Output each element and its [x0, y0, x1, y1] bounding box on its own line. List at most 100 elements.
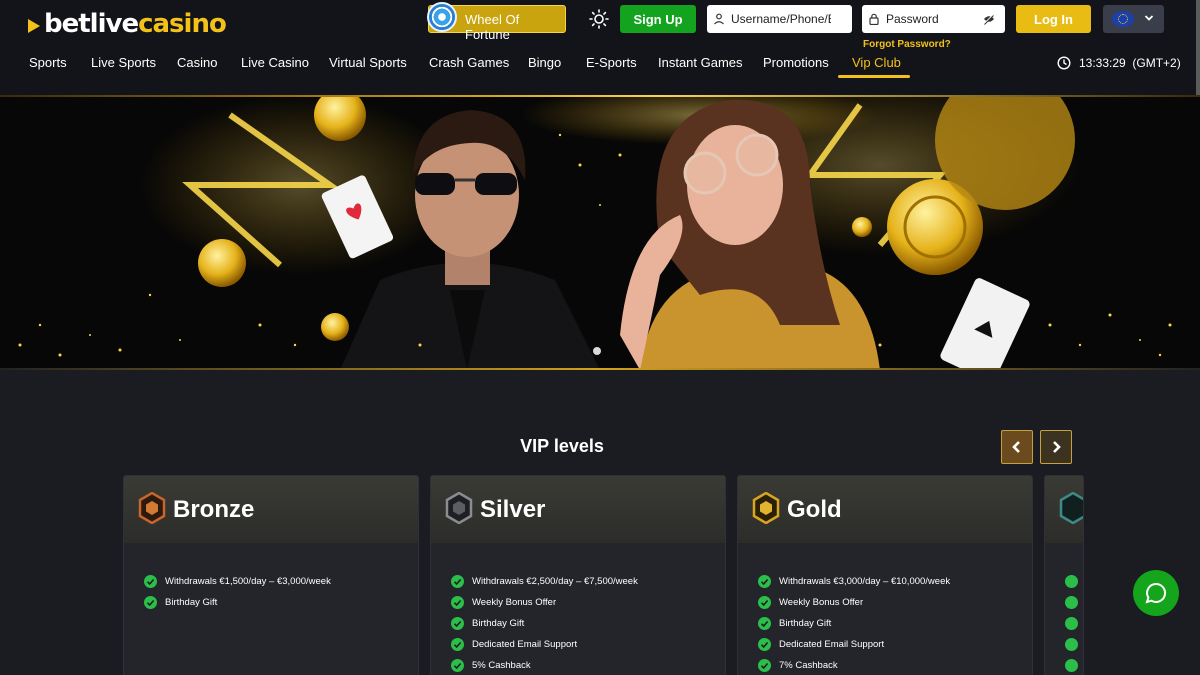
- benefit-item: Birthday Gift: [451, 613, 638, 634]
- platinum-badge-icon: [1059, 492, 1083, 524]
- check-icon: [1065, 638, 1078, 651]
- check-icon: [144, 575, 157, 588]
- check-icon: [758, 638, 771, 651]
- benefit-item: 5% Cashback: [451, 655, 638, 675]
- nav-item-e-sports[interactable]: E-Sports: [586, 55, 637, 70]
- benefit-item: Weekly Bonus Offer: [451, 592, 638, 613]
- benefit-list: Withdrawals €1,500/day – €3,000/week Bir…: [144, 571, 331, 613]
- benefit-item: Dedicated Email Support: [758, 634, 950, 655]
- check-icon: [451, 659, 464, 672]
- vip-level-name: Gold: [787, 496, 842, 523]
- check-icon: [758, 596, 771, 609]
- user-icon: [714, 13, 724, 25]
- vip-prev-button[interactable]: [1001, 430, 1033, 464]
- forgot-password-link[interactable]: Forgot Password?: [863, 39, 951, 50]
- vip-next-button[interactable]: [1040, 430, 1072, 464]
- clock-icon: [1057, 56, 1071, 70]
- eu-flag-icon: [1112, 11, 1134, 27]
- vip-levels-title: VIP levels: [520, 436, 604, 456]
- check-icon: [144, 596, 157, 609]
- benefit-item: [1065, 655, 1083, 675]
- language-selector[interactable]: [1103, 5, 1164, 33]
- check-icon: [1065, 575, 1078, 588]
- benefit-list: Withdrawals €2,500/day – €7,500/week Wee…: [451, 571, 638, 675]
- nav-item-instant-games[interactable]: Instant Games: [658, 55, 743, 70]
- lock-icon: [869, 13, 879, 25]
- check-icon: [758, 575, 771, 588]
- nav-item-live-sports[interactable]: Live Sports: [91, 55, 156, 70]
- username-field-wrapper: [707, 5, 852, 33]
- nav-item-promotions[interactable]: Promotions: [763, 55, 829, 70]
- benefit-item: [1065, 571, 1083, 592]
- server-time: 13:33:29 (GMT+2): [1079, 56, 1181, 70]
- logo-text-betlive: betlive: [44, 9, 139, 39]
- live-chat-button[interactable]: [1133, 570, 1179, 616]
- check-icon: [451, 596, 464, 609]
- promo-banner[interactable]: [0, 95, 1200, 370]
- benefit-item: Weekly Bonus Offer: [758, 592, 950, 613]
- sun-icon[interactable]: [589, 9, 609, 29]
- benefit-item: Withdrawals €3,000/day – €10,000/week: [758, 571, 950, 592]
- username-input[interactable]: [731, 12, 831, 26]
- vip-card-gold: Gold Withdrawals €3,000/day – €10,000/we…: [737, 475, 1033, 675]
- banner-illustration: [0, 95, 1200, 370]
- logo-text-casino: casino: [138, 9, 227, 39]
- vip-card-next-partial: [1044, 475, 1084, 675]
- vip-card-header: Silver: [431, 476, 725, 543]
- hide-password-icon[interactable]: [983, 13, 995, 25]
- chevron-right-icon: [1053, 441, 1061, 453]
- banner-top-border: [0, 95, 1200, 97]
- header: betlive casino Wheel Of Fortune Sign Up: [0, 0, 1200, 95]
- vip-card-header: Bronze: [124, 476, 418, 543]
- logo-play-icon: [28, 18, 40, 33]
- wheel-of-fortune-label: Wheel Of Fortune: [465, 12, 520, 42]
- nav-item-sports[interactable]: Sports: [29, 55, 67, 70]
- benefit-item: 7% Cashback: [758, 655, 950, 675]
- silver-badge-icon: [445, 492, 473, 524]
- check-icon: [451, 638, 464, 651]
- benefit-item: [1065, 613, 1083, 634]
- banner-bottom-border: [0, 368, 1200, 370]
- fortune-wheel-icon: [427, 2, 457, 32]
- benefit-list: [1065, 571, 1083, 675]
- bronze-badge-icon: [138, 492, 166, 524]
- nav-item-crash-games[interactable]: Crash Games: [429, 55, 509, 70]
- benefit-item: Birthday Gift: [144, 592, 331, 613]
- check-icon: [1065, 617, 1078, 630]
- chevron-left-icon: [1012, 441, 1020, 453]
- check-icon: [1065, 596, 1078, 609]
- password-input[interactable]: [886, 12, 986, 26]
- carousel-dot[interactable]: [593, 347, 601, 355]
- signup-button[interactable]: Sign Up: [620, 5, 696, 33]
- password-field-wrapper: [862, 5, 1005, 33]
- vip-card-bronze: Bronze Withdrawals €1,500/day – €3,000/w…: [123, 475, 419, 675]
- benefit-item: [1065, 634, 1083, 655]
- benefit-item: Withdrawals €1,500/day – €3,000/week: [144, 571, 331, 592]
- gold-badge-icon: [752, 492, 780, 524]
- check-icon: [758, 659, 771, 672]
- check-icon: [451, 617, 464, 630]
- check-icon: [758, 617, 771, 630]
- check-icon: [1065, 659, 1078, 672]
- logo[interactable]: betlive casino: [28, 9, 227, 39]
- nav-item-virtual-sports[interactable]: Virtual Sports: [329, 55, 407, 70]
- benefit-item: [1065, 592, 1083, 613]
- page-scrollbar[interactable]: [1196, 0, 1200, 95]
- wheel-of-fortune-button[interactable]: Wheel Of Fortune: [427, 2, 566, 42]
- benefit-item: Birthday Gift: [758, 613, 950, 634]
- vip-card-header: Gold: [738, 476, 1032, 543]
- nav-item-vip-club[interactable]: Vip Club: [852, 55, 901, 70]
- benefit-list: Withdrawals €3,000/day – €10,000/week We…: [758, 571, 950, 675]
- nav-item-live-casino[interactable]: Live Casino: [241, 55, 309, 70]
- login-button[interactable]: Log In: [1016, 5, 1091, 33]
- benefit-item: Dedicated Email Support: [451, 634, 638, 655]
- nav-item-bingo[interactable]: Bingo: [528, 55, 561, 70]
- vip-level-name: Silver: [480, 496, 546, 523]
- chevron-down-icon: [1144, 15, 1154, 21]
- vip-card-silver: Silver Withdrawals €2,500/day – €7,500/w…: [430, 475, 726, 675]
- vip-level-name: Bronze: [173, 496, 255, 523]
- active-nav-indicator: [838, 75, 910, 78]
- benefit-item: Withdrawals €2,500/day – €7,500/week: [451, 571, 638, 592]
- nav-item-casino[interactable]: Casino: [177, 55, 217, 70]
- check-icon: [451, 575, 464, 588]
